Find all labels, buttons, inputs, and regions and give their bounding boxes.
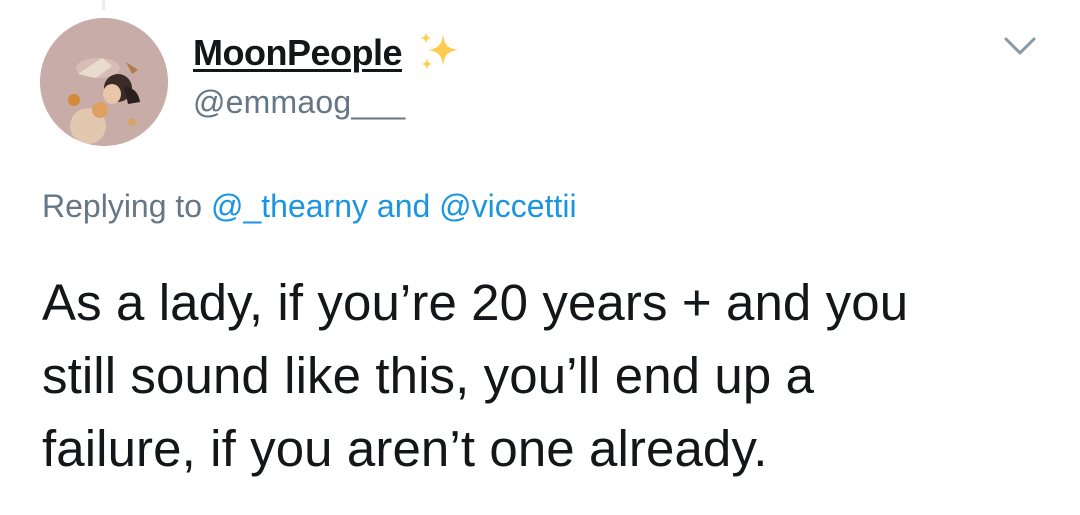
tweet-author: MoonPeople @emmaog___ xyxy=(193,28,462,121)
display-name[interactable]: MoonPeople xyxy=(193,32,403,74)
replying-to-label: Replying to xyxy=(42,188,203,224)
avatar[interactable] xyxy=(40,18,168,146)
replying-to: Replying to @_thearny and @viccettii xyxy=(42,188,577,225)
user-handle[interactable]: @emmaog___ xyxy=(193,84,462,121)
display-name-row: MoonPeople xyxy=(193,28,462,78)
mention-link[interactable]: @viccettii xyxy=(439,188,576,224)
chevron-down-icon[interactable] xyxy=(1003,34,1037,58)
thread-connector xyxy=(102,0,105,10)
tweet-text-line: As a lady, if you’re 20 years + and you xyxy=(42,274,909,331)
mention-link[interactable]: @_thearny xyxy=(211,188,368,224)
avatar-image xyxy=(40,18,168,146)
sparkles-icon xyxy=(416,30,462,76)
mention-conjunction[interactable]: and xyxy=(377,188,430,224)
tweet-text-line: failure, if you aren’t one already. xyxy=(42,420,768,477)
tweet-text-line: still sound like this, you’ll end up a xyxy=(42,347,815,404)
tweet-text: As a lady, if you’re 20 years + and you … xyxy=(42,266,1032,485)
